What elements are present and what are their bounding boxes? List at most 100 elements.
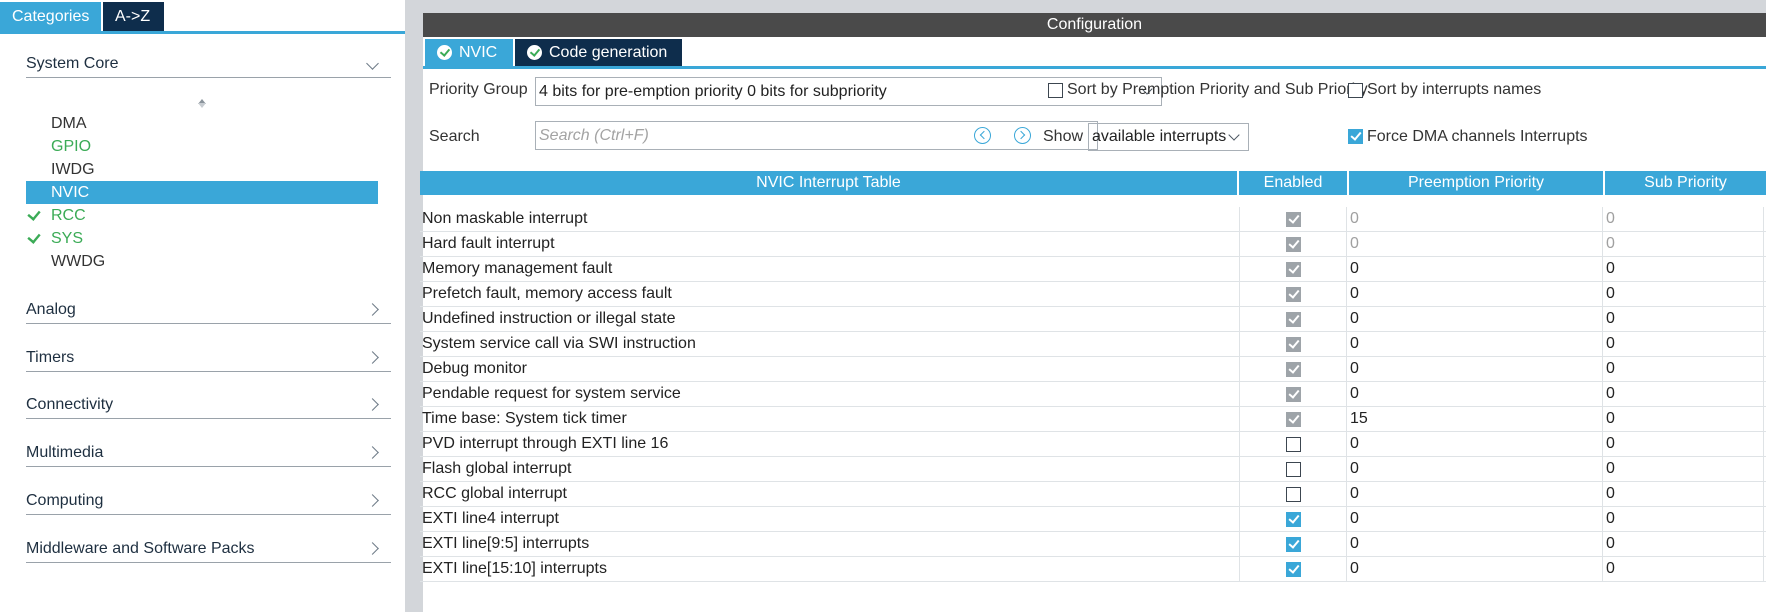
sort-names-checkbox[interactable]	[1348, 83, 1363, 98]
preemption-priority-cell[interactable]: 0	[1348, 532, 1603, 556]
preemption-priority-cell[interactable]: 0	[1348, 357, 1603, 381]
panel-splitter[interactable]	[405, 0, 417, 612]
config-tabs: NVIC Code generation	[423, 37, 1766, 69]
category-computing[interactable]: Computing	[26, 479, 391, 515]
enabled-cell	[1239, 357, 1347, 381]
interrupt-name: EXTI line4 interrupt	[422, 510, 559, 527]
category-multimedia[interactable]: Multimedia	[26, 431, 391, 467]
enabled-checkbox	[1286, 312, 1301, 327]
search-previous-icon[interactable]	[974, 127, 991, 144]
sidebar-item-wwdg[interactable]: WWDG	[26, 250, 378, 273]
tab-a-z[interactable]: A->Z	[103, 2, 164, 32]
sub-priority-cell[interactable]: 0	[1604, 382, 1764, 406]
sub-priority-cell[interactable]: 0	[1604, 257, 1764, 281]
tab-categories[interactable]: Categories	[0, 2, 101, 32]
sub-priority-cell[interactable]: 0	[1604, 357, 1764, 381]
interrupt-name: RCC global interrupt	[422, 485, 567, 502]
column-header-interrupt[interactable]: NVIC Interrupt Table	[420, 171, 1237, 195]
sub-priority-cell[interactable]: 0	[1604, 307, 1764, 331]
sidebar-item-nvic[interactable]: NVIC	[26, 181, 378, 204]
sidebar-item-rcc[interactable]: RCC	[26, 204, 378, 227]
preemption-priority-cell[interactable]: 0	[1348, 307, 1603, 331]
preemption-priority-cell[interactable]: 0	[1348, 257, 1603, 281]
sub-priority-cell[interactable]: 0	[1604, 332, 1764, 356]
sidebar-item-gpio[interactable]: GPIO	[26, 135, 378, 158]
table-row[interactable]: Debug monitor 0 0	[420, 357, 1766, 382]
priority-group-value: 4 bits for pre-emption priority 0 bits f…	[539, 83, 887, 100]
table-row[interactable]: Memory management fault 0 0	[420, 257, 1766, 282]
sub-priority-cell[interactable]: 0	[1604, 282, 1764, 306]
force-dma-checkbox[interactable]	[1348, 129, 1363, 144]
show-value: available interrupts	[1092, 128, 1227, 145]
preemption-priority-cell[interactable]: 15	[1348, 407, 1603, 431]
category-middleware-and-software-packs[interactable]: Middleware and Software Packs	[26, 527, 391, 563]
enabled-checkbox[interactable]	[1286, 537, 1301, 552]
category-label: Middleware and Software Packs	[26, 540, 255, 557]
table-row[interactable]: Pendable request for system service 0 0	[420, 382, 1766, 407]
category-system-core[interactable]: System Core	[26, 42, 391, 78]
table-row[interactable]: EXTI line[9:5] interrupts 0 0	[420, 532, 1766, 557]
preemption-priority-cell[interactable]: 0	[1348, 507, 1603, 531]
table-row[interactable]: Non maskable interrupt 0 0	[420, 207, 1766, 232]
enabled-checkbox[interactable]	[1286, 562, 1301, 577]
enabled-checkbox	[1286, 212, 1301, 227]
table-row[interactable]: Flash global interrupt 0 0	[420, 457, 1766, 482]
tab-nvic[interactable]: NVIC	[425, 39, 513, 66]
enabled-checkbox[interactable]	[1286, 487, 1301, 502]
table-row[interactable]: Prefetch fault, memory access fault 0 0	[420, 282, 1766, 307]
sidebar-item-sys[interactable]: SYS	[26, 227, 378, 250]
enabled-checkbox[interactable]	[1286, 437, 1301, 452]
sort-icon[interactable]	[196, 95, 208, 109]
sub-priority-cell[interactable]: 0	[1604, 432, 1764, 456]
sub-priority-cell[interactable]: 0	[1604, 482, 1764, 506]
sub-priority-cell[interactable]: 0	[1604, 507, 1764, 531]
preemption-priority-cell[interactable]: 0	[1348, 557, 1603, 581]
table-row[interactable]: Time base: System tick timer 15 0	[420, 407, 1766, 432]
check-circle-icon	[527, 45, 542, 60]
category-timers[interactable]: Timers	[26, 336, 391, 372]
table-row[interactable]: Hard fault interrupt 0 0	[420, 232, 1766, 257]
chevron-right-icon	[366, 303, 379, 316]
enabled-cell	[1239, 282, 1347, 306]
sub-priority-cell[interactable]: 0	[1604, 532, 1764, 556]
enabled-checkbox	[1286, 287, 1301, 302]
tab-code-generation[interactable]: Code generation	[515, 39, 682, 66]
preemption-priority-cell[interactable]: 0	[1348, 432, 1603, 456]
category-connectivity[interactable]: Connectivity	[26, 383, 391, 419]
sub-priority-cell[interactable]: 0	[1604, 557, 1764, 581]
sidebar-item-label: DMA	[51, 115, 87, 132]
sidebar-item-dma[interactable]: DMA	[26, 112, 378, 135]
nvic-table-body: Non maskable interrupt 0 0 Hard fault inter…	[420, 207, 1766, 582]
check-circle-icon	[437, 45, 452, 60]
table-row[interactable]: RCC global interrupt 0 0	[420, 482, 1766, 507]
sub-priority-cell: 0	[1604, 207, 1764, 231]
sub-priority-cell[interactable]: 0	[1604, 457, 1764, 481]
preemption-priority-cell[interactable]: 0	[1348, 382, 1603, 406]
interrupt-name: Time base: System tick timer	[422, 410, 627, 427]
chevron-down-icon	[366, 57, 379, 70]
column-header-enabled[interactable]: Enabled	[1239, 171, 1347, 195]
table-row[interactable]: System service call via SWI instruction 0…	[420, 332, 1766, 357]
search-next-icon[interactable]	[1014, 127, 1031, 144]
view-tabs: Categories A->Z	[0, 2, 164, 33]
table-row[interactable]: EXTI line[15:10] interrupts 0 0	[420, 557, 1766, 582]
sort-premption-checkbox[interactable]	[1048, 83, 1063, 98]
column-header-sub-priority[interactable]: Sub Priority	[1605, 171, 1766, 195]
preemption-priority-cell: 0	[1348, 207, 1603, 231]
preemption-priority-cell[interactable]: 0	[1348, 457, 1603, 481]
sub-priority-cell[interactable]: 0	[1604, 407, 1764, 431]
preemption-priority-cell[interactable]: 0	[1348, 482, 1603, 506]
column-header-preemption[interactable]: Preemption Priority	[1349, 171, 1603, 195]
show-select[interactable]: available interrupts	[1088, 123, 1249, 151]
table-row[interactable]: PVD interrupt through EXTI line 16 0 0	[420, 432, 1766, 457]
enabled-checkbox[interactable]	[1286, 512, 1301, 527]
tab-label: NVIC	[459, 44, 498, 61]
preemption-priority-cell[interactable]: 0	[1348, 332, 1603, 356]
enabled-checkbox[interactable]	[1286, 462, 1301, 477]
table-row[interactable]: Undefined instruction or illegal state 0 0	[420, 307, 1766, 332]
table-row[interactable]: EXTI line4 interrupt 0 0	[420, 507, 1766, 532]
preemption-priority-cell[interactable]: 0	[1348, 282, 1603, 306]
interrupt-name: Non maskable interrupt	[422, 210, 588, 227]
category-analog[interactable]: Analog	[26, 288, 391, 324]
sidebar-item-iwdg[interactable]: IWDG	[26, 158, 378, 181]
